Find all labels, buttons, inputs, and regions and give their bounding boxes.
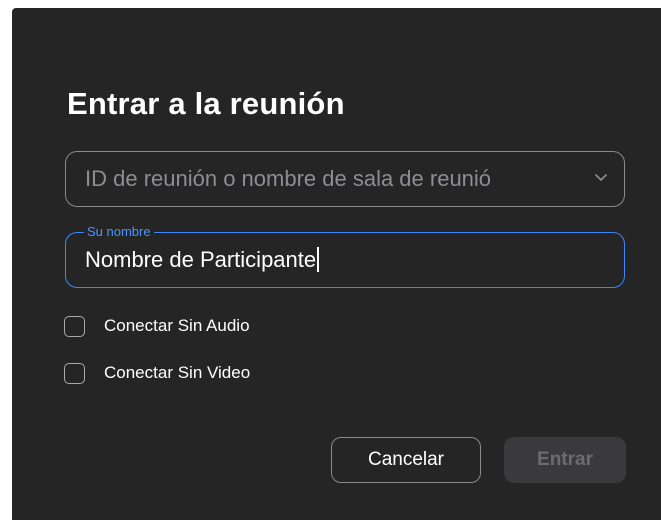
name-field-value[interactable]: Nombre de Participante bbox=[85, 247, 316, 272]
option-no-audio[interactable]: Conectar Sin Audio bbox=[64, 314, 250, 338]
meeting-id-placeholder: ID de reunión o nombre de sala de reunió bbox=[85, 166, 492, 191]
name-field-value-wrap[interactable]: Nombre de Participante bbox=[85, 247, 320, 273]
join-meeting-dialog: Entrar a la reunión ID de reunión o nomb… bbox=[12, 8, 661, 520]
join-button[interactable]: Entrar bbox=[504, 437, 626, 483]
no-audio-checkbox[interactable] bbox=[64, 315, 85, 337]
chevron-down-icon[interactable] bbox=[594, 170, 608, 184]
text-caret bbox=[317, 247, 320, 272]
name-field-label: Su nombre bbox=[84, 224, 154, 240]
no-video-label[interactable]: Conectar Sin Video bbox=[104, 363, 250, 383]
option-no-video[interactable]: Conectar Sin Video bbox=[64, 361, 250, 385]
no-audio-label[interactable]: Conectar Sin Audio bbox=[104, 316, 250, 336]
name-input[interactable]: Su nombre Nombre de Participante bbox=[65, 224, 625, 288]
no-video-checkbox[interactable] bbox=[64, 362, 85, 384]
dialog-title: Entrar a la reunión bbox=[67, 86, 345, 121]
meeting-id-input[interactable]: ID de reunión o nombre de sala de reunió bbox=[65, 151, 625, 207]
cancel-button[interactable]: Cancelar bbox=[331, 437, 481, 483]
